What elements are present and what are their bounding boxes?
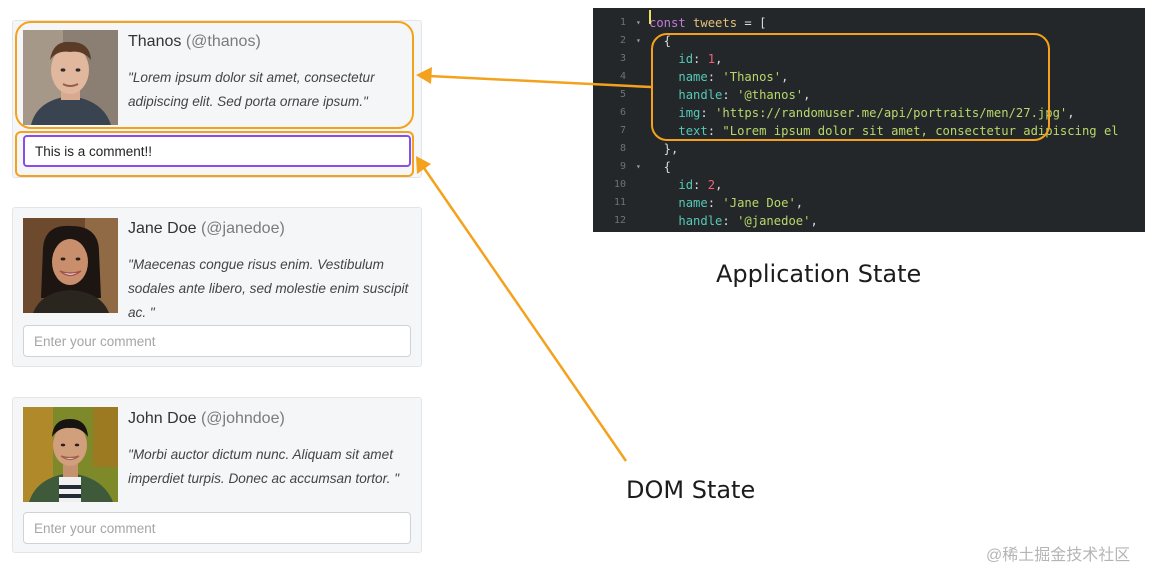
- arrows: [416, 67, 652, 462]
- arrow-state-to-dom: [416, 67, 652, 89]
- application-state-label: Application State: [716, 260, 922, 288]
- arrow-dom-state: [416, 156, 628, 462]
- watermark: @稀土掘金技术社区: [986, 547, 1131, 564]
- dom-state-label: DOM State: [626, 476, 756, 504]
